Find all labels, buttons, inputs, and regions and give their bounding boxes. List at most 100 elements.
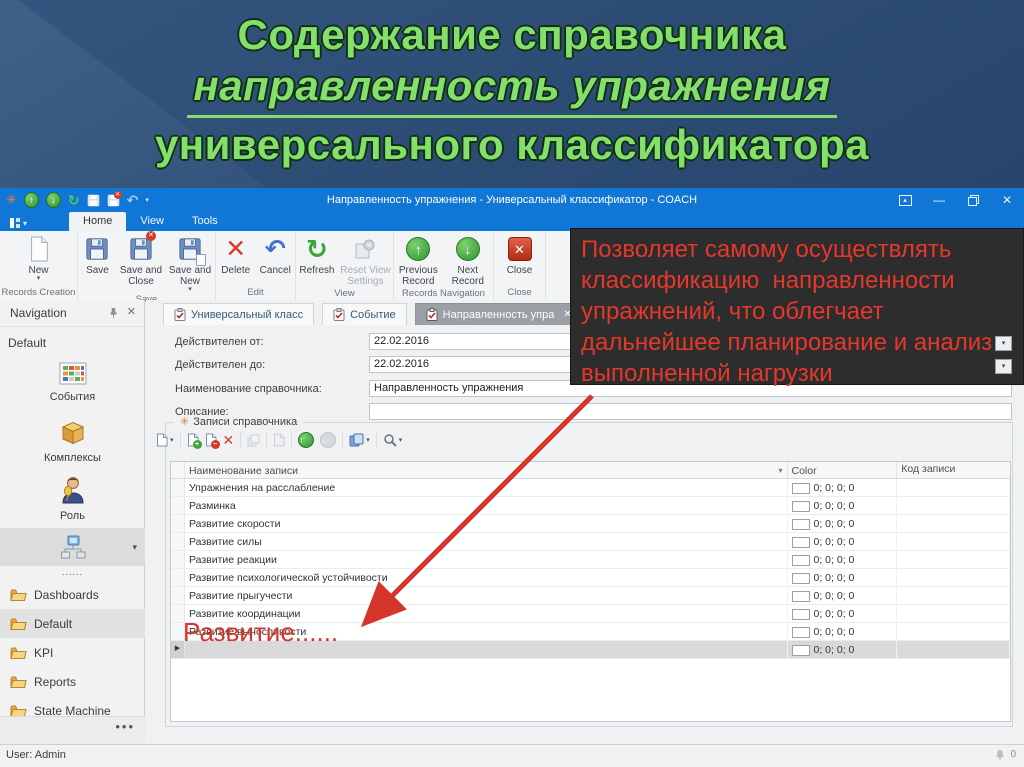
toolbar-move-down-button[interactable]: ↓ [320,432,337,448]
reset-view-settings-button[interactable]: Reset View Settings [338,234,393,287]
close-panel-icon[interactable]: ✕ [127,305,136,318]
sidebar-item-default[interactable]: Default [0,609,145,638]
table-row[interactable]: Упражнения на расслабление 0; 0; 0; 0 [171,479,1010,497]
field-label: Действителен до: [175,358,266,371]
restore-icon[interactable] [956,188,990,212]
sidebar-item-label: Default [34,616,73,631]
nav-item-label: Комплексы [44,452,101,464]
save-close-icon: ✕ [129,231,156,264]
ribbon-group-records-navigation: ↑ Previous Record ↓ Next Record Records … [394,231,494,300]
qat-save-close-icon[interactable]: ✕ [107,191,122,207]
network-icon [60,535,85,559]
ribbon-tab-view[interactable]: View [126,212,178,231]
save-new-icon [178,234,207,266]
qat-save-icon[interactable] [87,193,100,207]
record-code-cell [897,623,1010,640]
record-code-cell [897,605,1010,622]
sidebar-item-kpi[interactable]: KPI [0,638,145,667]
minimize-icon[interactable]: — [922,188,956,212]
toolbar-filter-button[interactable]: ▾ [383,433,402,447]
toolbar-add-record-button[interactable]: + [187,433,202,449]
table-row[interactable]: Разминка 0; 0; 0; 0 [171,497,1010,515]
record-name-cell: Разминка [185,497,788,514]
record-color-cell: 0; 0; 0; 0 [788,551,898,568]
valid-to-dropdown[interactable]: ▾ [995,359,1012,374]
column-header-color[interactable]: Color [788,462,898,478]
cancel-button[interactable]: ↶ Cancel [256,234,296,276]
row-indicator [171,587,185,604]
nav-item-classifier-selected[interactable]: ▾ [0,528,145,566]
ribbon-group-label: Close [507,287,532,298]
toolbar-export-button[interactable]: ▾ [349,433,370,447]
toolbar-new-record-button[interactable]: ▾ [156,433,174,447]
title-line-2: направленность упражнения [187,60,837,118]
valid-from-dropdown[interactable]: ▾ [995,336,1012,351]
qat-refresh-icon[interactable]: ↻ [68,192,80,208]
column-header-name[interactable]: Наименование записи ▾ [185,462,788,478]
toolbar-delete-button[interactable]: ✕ [223,432,235,449]
table-row[interactable]: Развитие силы 0; 0; 0; 0 [171,533,1010,551]
status-user: User: Admin [6,749,66,761]
toolbar-move-up-button[interactable]: ↑ [298,432,315,448]
records-groupbox-legend: ✳ Записи справочника [174,415,304,428]
tab-exercise-focus[interactable]: Направленность упра ✕ [414,303,583,325]
tab-universal-classifier[interactable]: Универсальный класс [163,303,315,325]
table-row[interactable]: Развитие реакции 0; 0; 0; 0 [171,551,1010,569]
qat-previous-record-icon[interactable]: ↑ [23,192,39,208]
field-label: Действителен от: [175,335,264,348]
refresh-icon: ↻ [306,234,328,264]
notification-count: 0 [1010,749,1016,760]
table-row[interactable]: Развитие прыгучести 0; 0; 0; 0 [171,587,1010,605]
app-menu-button[interactable]: ▾ [0,218,35,231]
new-button[interactable]: New ▾ [25,234,53,282]
refresh-button[interactable]: ↻ Refresh [296,234,338,276]
toolbar-remove-record-button[interactable]: − [205,433,220,449]
record-name-cell: Развитие силы [185,533,788,550]
tab-event[interactable]: Событие [322,303,407,325]
ribbon-tab-tools[interactable]: Tools [178,212,232,231]
sidebar-item-dashboards[interactable]: Dashboards [0,580,145,609]
qat-customize-chevron-icon[interactable]: ▾ [145,193,149,207]
chevron-down-icon: ▾ [23,218,28,228]
clipboard-icon [333,308,345,321]
save-and-new-button[interactable]: Save and New ▾ [165,234,215,293]
new-page-icon [157,433,168,447]
record-name-cell: Упражнения на расслабление [185,479,788,496]
navigation-overflow[interactable]: ••• [0,716,145,743]
qat-undo-icon[interactable]: ↶ [127,192,139,208]
table-row[interactable]: Развитие психологической устойчивости 0; … [171,569,1010,587]
nav-item-complexes[interactable]: Комплексы [0,420,145,464]
navigation-header: Navigation ✕ [0,300,144,327]
pin-icon[interactable] [109,307,118,322]
toolbar-copy-button[interactable] [247,434,260,447]
column-header-code[interactable]: Код записи [897,462,1010,478]
close-window-icon[interactable]: ✕ [990,188,1024,212]
nav-item-role[interactable]: Роль [0,475,145,522]
ribbon-group-label: View [334,288,355,299]
qat-next-record-icon[interactable]: ↓ [45,192,61,208]
navigation-title: Navigation [10,306,67,320]
save-icon [85,234,109,264]
help-pin-icon[interactable]: ▴ [888,188,922,212]
description-input[interactable] [369,403,1012,420]
nav-item-events[interactable]: События [0,362,145,403]
delete-button[interactable]: ✕ Delete [216,234,256,276]
navigation-folder-list: Dashboards Default KPI Reports State Machine [0,580,145,725]
record-name-cell: Развитие реакции [185,551,788,568]
ribbon-tab-home[interactable]: Home [69,212,127,231]
table-row[interactable]: Развитие скорости 0; 0; 0; 0 [171,515,1010,533]
save-button[interactable]: Save [78,234,117,276]
sidebar-item-reports[interactable]: Reports [0,667,145,696]
toolbar-paste-button[interactable] [273,433,285,447]
record-name-cell: Развитие прыгучести [185,587,788,604]
events-grid-icon [59,362,86,385]
close-record-button[interactable]: ✕ Close [498,234,542,276]
next-record-button[interactable]: ↓ Next Record [443,234,493,287]
copy-icon [247,434,260,446]
save-and-close-button[interactable]: ✕ Save and Close [117,231,165,287]
titlebar[interactable]: ✳ ↑ ↓ ↻ ✕ ↶ ▾ Направленность упражнения … [0,188,1024,212]
bell-icon[interactable] [994,748,1006,761]
previous-record-button[interactable]: ↑ Previous Record [394,234,443,287]
slide-title: Содержание справочника направленность уп… [0,10,1024,172]
record-color-cell: 0; 0; 0; 0 [788,497,898,514]
